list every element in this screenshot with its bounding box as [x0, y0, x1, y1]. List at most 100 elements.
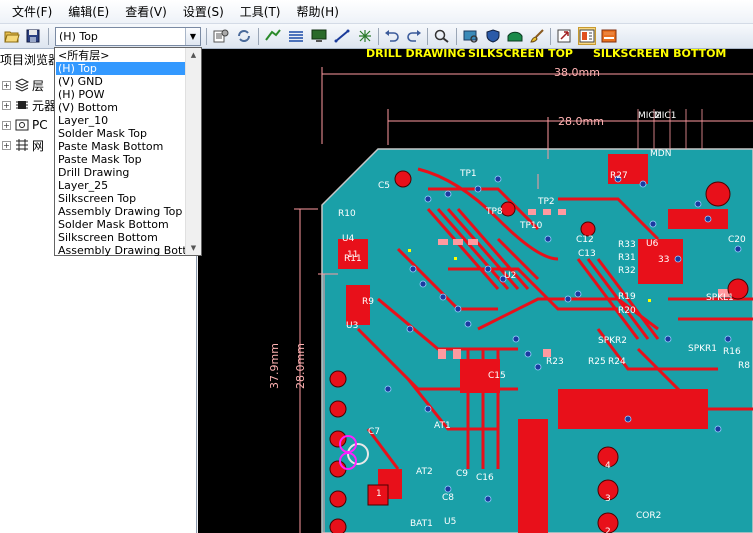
- layer-option[interactable]: Solder Mask Bottom: [56, 218, 185, 231]
- layer-option[interactable]: Silkscreen Bottom: [56, 231, 185, 244]
- component-label: MDN: [650, 149, 672, 159]
- layer-option[interactable]: Paste Mask Top: [56, 153, 185, 166]
- component-label: C20: [728, 235, 746, 245]
- layer-tab-silk-bottom[interactable]: SILKSCREEN BOTTOM: [593, 49, 726, 60]
- menu-view[interactable]: 查看(V): [117, 0, 175, 24]
- component-label: 33: [658, 255, 670, 265]
- component-label: SPKR1: [688, 344, 718, 354]
- component-label: R23: [546, 357, 564, 367]
- tree-item-pcb[interactable]: + PC: [2, 115, 48, 135]
- panel-title: 项目浏览器: [0, 53, 61, 67]
- zoom-icon[interactable]: [433, 27, 451, 45]
- tree-item-components[interactable]: + 元器: [2, 95, 56, 115]
- layer-option[interactable]: (H) POW: [56, 88, 185, 101]
- tree-item-label: 元器: [32, 98, 57, 113]
- monitor-icon[interactable]: [310, 27, 328, 45]
- layer-option[interactable]: (H) Top: [56, 62, 185, 75]
- menu-settings[interactable]: 设置(S): [175, 0, 232, 24]
- component-label: C9: [456, 469, 469, 479]
- component-label: TP10: [520, 221, 543, 231]
- component-label: C12: [576, 235, 594, 245]
- component-label: C16: [476, 473, 494, 483]
- component-label: U3: [346, 321, 359, 331]
- layout-icon[interactable]: [578, 27, 596, 45]
- layer-option[interactable]: Assembly Drawing Top: [56, 205, 185, 218]
- component-label: AT2: [416, 467, 433, 477]
- layer-option[interactable]: (V) GND: [56, 75, 185, 88]
- component-label: 4: [605, 461, 611, 471]
- component-label: R10: [338, 209, 356, 219]
- layer-option[interactable]: Layer_25: [56, 179, 185, 192]
- open-folder-icon[interactable]: [3, 27, 21, 45]
- component-label: BAT1: [410, 519, 433, 529]
- component-label: COR2: [636, 511, 662, 521]
- component-label: 1: [376, 489, 382, 499]
- layer-tab-drill[interactable]: DRILL DRAWING: [366, 49, 466, 60]
- layer-option[interactable]: <所有层>: [56, 49, 185, 62]
- component-label: SPKR2: [598, 336, 628, 346]
- layer-option[interactable]: Layer_10: [56, 114, 185, 127]
- cap-icon[interactable]: [506, 27, 524, 45]
- component-label: U4: [342, 234, 355, 244]
- export-icon[interactable]: [556, 27, 574, 45]
- layer-option[interactable]: Paste Mask Bottom: [56, 140, 185, 153]
- component-label: 3: [605, 494, 611, 504]
- dimension-label: 37.9mm: [268, 343, 281, 389]
- component-label: TP2: [538, 197, 555, 207]
- expand-icon[interactable]: +: [2, 120, 11, 130]
- save-icon[interactable]: [24, 27, 42, 45]
- component-label: MIC1: [654, 111, 677, 121]
- component-label: R33: [618, 240, 636, 250]
- refresh-icon[interactable]: [235, 27, 253, 45]
- layer-select[interactable]: (H) Top ▼: [55, 27, 201, 46]
- menu-file[interactable]: 文件(F): [4, 0, 60, 24]
- star-via-icon[interactable]: [356, 27, 374, 45]
- menu-help[interactable]: 帮助(H): [289, 0, 347, 24]
- scroll-up-icon[interactable]: ▲: [186, 48, 201, 62]
- route-icon[interactable]: [264, 27, 282, 45]
- component-label: SPKL1: [706, 293, 734, 303]
- component-label: TP8: [486, 207, 503, 217]
- component-label: TP1: [460, 169, 477, 179]
- view-icon[interactable]: [462, 27, 480, 45]
- properties-icon[interactable]: [212, 27, 230, 45]
- gerber-icon[interactable]: [600, 27, 618, 45]
- expand-icon[interactable]: +: [2, 80, 11, 90]
- layers-icon: [14, 78, 30, 92]
- layer-dropdown-list[interactable]: <所有层> (H) Top (V) GND (H) POW (V) Bottom Laye…: [54, 47, 202, 257]
- tree-item-nets[interactable]: + 网: [2, 135, 44, 155]
- redo-icon[interactable]: [405, 27, 423, 45]
- component-label: R25: [588, 357, 606, 367]
- scroll-down-icon[interactable]: ▼: [186, 241, 201, 255]
- pcb-canvas[interactable]: DRILL DRAWING SILKSCREEN TOP SILKSCREEN …: [198, 49, 753, 533]
- layer-option[interactable]: Assembly Drawing Botto: [56, 244, 185, 257]
- component-label: R16: [723, 347, 741, 357]
- component-label: R27: [610, 171, 628, 181]
- layer-option[interactable]: Drill Drawing: [56, 166, 185, 179]
- menu-bar: 文件(F) 编辑(E) 查看(V) 设置(S) 工具(T) 帮助(H): [0, 0, 753, 24]
- layer-option[interactable]: (V) Bottom: [56, 101, 185, 114]
- component-label: R9: [362, 297, 374, 307]
- shield-icon[interactable]: [484, 27, 502, 45]
- tree-item-label: 层: [32, 78, 45, 93]
- layer-tab-silk-top[interactable]: SILKSCREEN TOP: [468, 49, 573, 60]
- component-label: C5: [378, 181, 391, 191]
- layer-option[interactable]: Silkscreen Top: [56, 192, 185, 205]
- bus-icon[interactable]: [287, 27, 305, 45]
- dimension-label: 28.0mm: [294, 343, 307, 389]
- tree-item-layers[interactable]: + 层: [2, 75, 44, 95]
- menu-edit[interactable]: 编辑(E): [60, 0, 117, 24]
- pcb-board-drawing: [294, 67, 753, 533]
- expand-icon[interactable]: +: [2, 100, 11, 110]
- expand-icon[interactable]: +: [2, 140, 11, 150]
- dropdown-scrollbar[interactable]: ▲ ▼: [185, 48, 201, 255]
- layer-option[interactable]: Solder Mask Top: [56, 127, 185, 140]
- line-tool-icon[interactable]: [333, 27, 351, 45]
- undo-icon[interactable]: [383, 27, 401, 45]
- brush-icon[interactable]: [528, 27, 546, 45]
- component-label: R24: [608, 357, 626, 367]
- menu-tools[interactable]: 工具(T): [232, 0, 289, 24]
- layer-select-value: (H) Top: [59, 30, 98, 43]
- chevron-down-icon[interactable]: ▼: [185, 28, 200, 45]
- component-icon: [16, 101, 28, 109]
